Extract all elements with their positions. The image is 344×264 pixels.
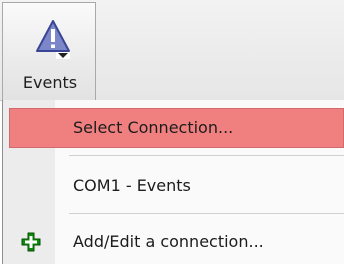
connection-dropdown-menu: Select Connection... COM1 - Events Add/E… bbox=[2, 100, 344, 264]
menu-item-com1-events[interactable]: COM1 - Events bbox=[3, 164, 344, 208]
menu-item-label: COM1 - Events bbox=[73, 176, 191, 195]
menu-item-add-edit-connection[interactable]: Add/Edit a connection... bbox=[3, 220, 344, 264]
events-button[interactable]: Events bbox=[2, 2, 96, 100]
menu-item-label: Add/Edit a connection... bbox=[73, 232, 264, 251]
events-label: Events bbox=[22, 73, 78, 92]
menu-separator bbox=[69, 155, 344, 156]
menu-item-label: Select Connection... bbox=[73, 118, 234, 137]
warning-triangle-dropdown-icon bbox=[36, 20, 70, 59]
green-plus-icon bbox=[21, 232, 41, 252]
menu-separator bbox=[69, 213, 344, 214]
ribbon-toolbar: Events bbox=[0, 0, 344, 101]
menu-item-select-connection[interactable]: Select Connection... bbox=[9, 108, 344, 148]
